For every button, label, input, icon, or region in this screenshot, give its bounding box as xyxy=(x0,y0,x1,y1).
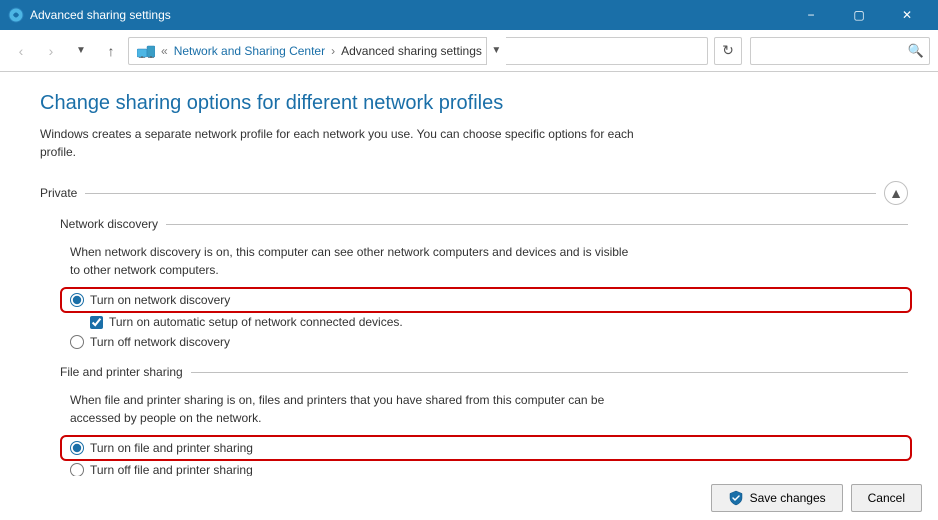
footer: Save changes Cancel xyxy=(16,476,922,520)
refresh-button[interactable]: ↻ xyxy=(714,37,742,65)
main-content: Change sharing options for different net… xyxy=(0,72,938,520)
breadcrumb-separator-1: « xyxy=(161,44,168,58)
maximize-button[interactable]: ▢ xyxy=(836,0,882,30)
private-section: Private ▲ Network discovery When network… xyxy=(40,181,908,477)
network-discovery-subsection: Network discovery When network discovery… xyxy=(40,217,908,349)
turn-off-sharing-radio[interactable] xyxy=(70,463,84,477)
recent-locations-button[interactable]: ▼ xyxy=(68,38,94,64)
turn-off-sharing-label[interactable]: Turn off file and printer sharing xyxy=(90,463,253,477)
search-input[interactable] xyxy=(750,37,930,65)
file-printer-sharing-title: File and printer sharing xyxy=(60,365,183,379)
turn-on-sharing-label[interactable]: Turn on file and printer sharing xyxy=(90,441,253,455)
cancel-button[interactable]: Cancel xyxy=(851,484,922,512)
close-button[interactable]: ✕ xyxy=(884,0,930,30)
search-icon: 🔍 xyxy=(908,43,924,59)
shield-icon xyxy=(728,490,744,506)
forward-button[interactable]: › xyxy=(38,38,64,64)
turn-off-discovery-option: Turn off network discovery xyxy=(70,335,908,349)
address-dropdown-button[interactable]: ▼ xyxy=(486,37,506,65)
breadcrumb-arrow-1: › xyxy=(331,44,335,58)
turn-off-sharing-option: Turn off file and printer sharing xyxy=(70,463,908,477)
save-changes-button[interactable]: Save changes xyxy=(711,484,843,512)
private-section-title: Private xyxy=(40,186,77,200)
title-bar: Advanced sharing settings − ▢ ✕ xyxy=(0,0,938,30)
turn-on-discovery-label[interactable]: Turn on network discovery xyxy=(90,293,230,307)
private-section-line xyxy=(85,193,876,194)
file-printer-sharing-subsection: File and printer sharing When file and p… xyxy=(40,365,908,477)
up-button[interactable]: ↑ xyxy=(98,38,124,64)
breadcrumb-current: Advanced sharing settings xyxy=(341,44,482,58)
auto-setup-checkbox[interactable] xyxy=(90,316,103,329)
turn-on-sharing-option: Turn on file and printer sharing xyxy=(64,439,908,457)
auto-setup-label[interactable]: Turn on automatic setup of network conne… xyxy=(109,315,403,329)
search-container: 🔍 xyxy=(750,37,930,65)
turn-off-discovery-radio[interactable] xyxy=(70,335,84,349)
page-description: Windows creates a separate network profi… xyxy=(40,125,640,161)
network-folder-icon xyxy=(137,44,155,58)
network-discovery-title: Network discovery xyxy=(60,217,158,231)
window-controls: − ▢ ✕ xyxy=(788,0,930,30)
breadcrumb-network-center[interactable]: Network and Sharing Center xyxy=(174,44,325,58)
minimize-button[interactable]: − xyxy=(788,0,834,30)
file-printer-sharing-line xyxy=(191,372,908,373)
turn-on-sharing-radio[interactable] xyxy=(70,441,84,455)
window-title: Advanced sharing settings xyxy=(30,8,171,22)
page-title: Change sharing options for different net… xyxy=(40,92,908,115)
turn-off-discovery-label[interactable]: Turn off network discovery xyxy=(90,335,230,349)
network-discovery-line xyxy=(166,224,908,225)
content-wrapper: Change sharing options for different net… xyxy=(0,72,938,520)
cancel-label: Cancel xyxy=(868,491,905,505)
turn-on-discovery-option: Turn on network discovery xyxy=(64,291,908,309)
private-section-header: Private ▲ xyxy=(40,181,908,205)
file-printer-sharing-header: File and printer sharing xyxy=(60,365,908,379)
turn-on-discovery-radio[interactable] xyxy=(70,293,84,307)
save-changes-label: Save changes xyxy=(750,491,826,505)
address-field: « Network and Sharing Center › Advanced … xyxy=(128,37,708,65)
window-icon xyxy=(8,7,24,23)
network-discovery-header: Network discovery xyxy=(60,217,908,231)
file-printer-sharing-description: When file and printer sharing is on, fil… xyxy=(70,391,630,427)
scroll-content: Change sharing options for different net… xyxy=(0,72,938,520)
network-discovery-description: When network discovery is on, this compu… xyxy=(70,243,630,279)
address-bar: ‹ › ▼ ↑ « Network and Sharing Center › A… xyxy=(0,30,938,72)
auto-setup-option: Turn on automatic setup of network conne… xyxy=(90,315,908,329)
back-button[interactable]: ‹ xyxy=(8,38,34,64)
private-section-toggle[interactable]: ▲ xyxy=(884,181,908,205)
